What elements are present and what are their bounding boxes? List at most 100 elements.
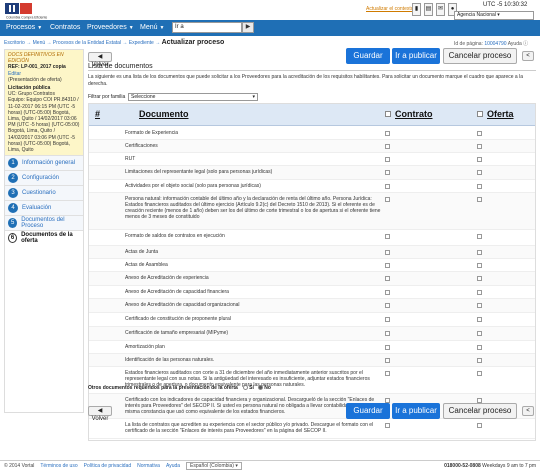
offer-checkbox[interactable] xyxy=(477,303,482,308)
contract-checkbox[interactable] xyxy=(385,144,390,149)
nav-menu[interactable]: Menú ▼ xyxy=(140,20,164,36)
cancel-process-button-bottom[interactable]: Cancelar proceso xyxy=(443,403,517,419)
contract-checkbox[interactable] xyxy=(385,371,390,376)
breadcrumb-item[interactable]: Procesos de la Entidad Estatal xyxy=(53,40,121,46)
table-row: Amortización plan xyxy=(89,341,535,354)
offer-checkbox[interactable] xyxy=(477,290,482,295)
select-all-contract-checkbox[interactable] xyxy=(385,111,391,117)
offer-checkbox[interactable] xyxy=(477,131,482,136)
contract-checkbox[interactable] xyxy=(385,276,390,281)
col-header-document[interactable]: Documento xyxy=(139,109,189,119)
edit-link[interactable]: Editar xyxy=(8,71,21,77)
contract-checkbox[interactable] xyxy=(385,184,390,189)
breadcrumb-item[interactable]: Expediente xyxy=(129,40,154,46)
footer-hours: Weekdays 9 am to 7 pm xyxy=(482,462,536,469)
contract-checkbox[interactable] xyxy=(385,197,390,202)
document-name: Certificaciones xyxy=(125,143,158,149)
contract-checkbox[interactable] xyxy=(385,250,390,255)
offer-checkbox[interactable] xyxy=(477,358,482,363)
contract-checkbox[interactable] xyxy=(385,423,390,428)
update-context-link[interactable]: Actualizar el contexto xyxy=(366,6,414,12)
contract-checkbox[interactable] xyxy=(385,345,390,350)
save-button-bottom[interactable]: Guardar xyxy=(346,403,390,419)
page-id-value[interactable]: 10004790 xyxy=(484,41,506,47)
collapse-button-bottom[interactable]: < xyxy=(522,406,534,416)
select-all-offer-checkbox[interactable] xyxy=(477,111,483,117)
goto-button[interactable]: ▶ xyxy=(242,22,254,33)
col-header-contract[interactable]: Contrato xyxy=(395,109,433,119)
barcode-icon[interactable]: ▮ xyxy=(412,3,421,16)
contract-checkbox[interactable] xyxy=(385,157,390,162)
other-docs-yes-radio[interactable] xyxy=(243,385,249,391)
contract-checkbox[interactable] xyxy=(385,290,390,295)
contract-checkbox[interactable] xyxy=(385,234,390,239)
offer-checkbox[interactable] xyxy=(477,170,482,175)
offer-checkbox[interactable] xyxy=(477,345,482,350)
step-label: Documentos del Proceso xyxy=(21,217,65,229)
contract-checkbox[interactable] xyxy=(385,317,390,322)
document-name: Amortización plan xyxy=(125,344,165,350)
goto-input[interactable]: Ir a xyxy=(172,22,242,33)
help-link[interactable]: Ayuda xyxy=(508,41,522,47)
footer-link-regulation[interactable]: Normativa xyxy=(137,463,160,469)
contract-checkbox[interactable] xyxy=(385,358,390,363)
save-button[interactable]: Guardar xyxy=(346,48,390,64)
offer-checkbox[interactable] xyxy=(477,276,482,281)
offer-checkbox[interactable] xyxy=(477,197,482,202)
offer-checkbox[interactable] xyxy=(477,157,482,162)
footer-link-privacy[interactable]: Política de privacidad xyxy=(84,463,132,469)
agency-select[interactable]: Agencia Nacional ▾ xyxy=(454,11,534,20)
envelope-icon[interactable]: ✉ xyxy=(436,3,445,16)
offer-checkbox[interactable] xyxy=(477,184,482,189)
table-row: Anexo de Acreditación de capacidad organ… xyxy=(89,299,535,313)
contract-checkbox[interactable] xyxy=(385,331,390,336)
contract-checkbox[interactable] xyxy=(385,131,390,136)
offer-checkbox[interactable] xyxy=(477,331,482,336)
footer-link-help[interactable]: Ayuda xyxy=(166,463,180,469)
step-process-documents[interactable]: 5 Documentos del Proceso xyxy=(5,215,83,230)
other-docs-no-radio[interactable] xyxy=(258,385,264,391)
offer-checkbox[interactable] xyxy=(477,234,482,239)
back-button-bottom[interactable]: ◀ Volver xyxy=(88,406,112,422)
contract-checkbox[interactable] xyxy=(385,170,390,175)
step-configuration[interactable]: 2 Configuración xyxy=(5,170,83,185)
step-label: Documentos de la oferta xyxy=(21,232,73,244)
main-panel: Lista de documentos La siguiente es una … xyxy=(88,63,536,441)
offer-checkbox[interactable] xyxy=(477,371,482,376)
step-evaluation[interactable]: 4 Evaluación xyxy=(5,200,83,215)
nav-procesos[interactable]: Procesos ▼ xyxy=(6,20,42,36)
document-icon[interactable]: ▤ xyxy=(424,3,433,16)
step-questionnaire[interactable]: 3 Cuestionario xyxy=(5,185,83,200)
nav-contratos[interactable]: Contratos xyxy=(50,20,80,36)
step-offer-documents[interactable]: 6 Documentos de la oferta xyxy=(5,230,83,245)
collapse-button[interactable]: < xyxy=(522,51,534,61)
help-icon[interactable]: ⓘ xyxy=(523,41,528,47)
footer-link-terms[interactable]: Términos de uso xyxy=(40,463,77,469)
process-stage: (Presentación de oferta) xyxy=(8,76,62,83)
family-filter-select[interactable]: Seleccione ▾ xyxy=(128,93,258,101)
panel-intro: La siguiente es una lista de los documen… xyxy=(88,74,523,87)
language-select[interactable]: Español (Colombia) ▾ xyxy=(186,461,242,470)
breadcrumb-item[interactable]: Menú xyxy=(33,40,46,46)
nav-proveedores[interactable]: Proveedores ▼ xyxy=(87,20,134,36)
offer-checkbox[interactable] xyxy=(477,317,482,322)
offer-checkbox[interactable] xyxy=(477,144,482,149)
contract-checkbox[interactable] xyxy=(385,263,390,268)
offer-checkbox[interactable] xyxy=(477,263,482,268)
contract-checkbox[interactable] xyxy=(385,303,390,308)
publish-button-bottom[interactable]: Ir a publicar xyxy=(392,403,440,419)
document-name: Actividades por el objeto social (solo p… xyxy=(125,183,261,189)
breadcrumb-item[interactable]: Escritorio xyxy=(4,40,25,46)
back-button-top[interactable]: ◀ Volver xyxy=(88,52,112,68)
col-header-offer[interactable]: Oferta xyxy=(487,109,514,119)
offer-checkbox[interactable] xyxy=(477,250,482,255)
cancel-process-button[interactable]: Cancelar proceso xyxy=(443,48,517,64)
footer-contact: 018000-52-0808 Weekdays 9 am to 7 pm xyxy=(444,463,536,469)
filter-value: Seleccione xyxy=(131,94,156,100)
offer-checkbox[interactable] xyxy=(477,423,482,428)
step-general-info[interactable]: 1 Información general xyxy=(5,155,83,170)
document-name: Persona natural: información contable de… xyxy=(125,196,381,220)
process-status: DOCS DEFINITIVOS EN EDICIÓN xyxy=(8,52,64,65)
publish-button[interactable]: Ir a publicar xyxy=(392,48,440,64)
document-name: Limitaciones del representante legal (so… xyxy=(125,169,273,175)
